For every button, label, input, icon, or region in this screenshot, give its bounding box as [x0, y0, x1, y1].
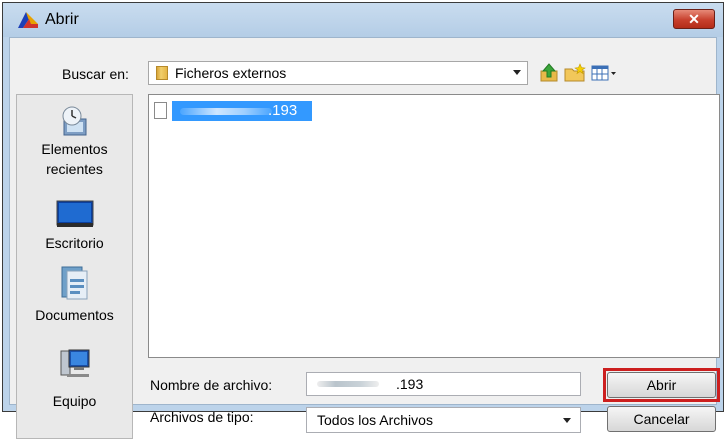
look-in-dropdown[interactable]: Ficheros externos	[148, 61, 528, 85]
file-name: .193	[268, 102, 298, 119]
filetype-value: Todos los Archivos	[317, 412, 433, 428]
look-in-value: Ficheros externos	[175, 65, 287, 81]
window-title: Abrir	[45, 11, 79, 28]
filetype-label: Archivos de tipo:	[150, 409, 254, 425]
recent-items-icon	[62, 106, 86, 136]
open-button[interactable]: Abrir	[607, 372, 716, 398]
close-icon: ✕	[688, 11, 700, 27]
selection-highlight: .193	[172, 101, 312, 121]
desktop-icon	[56, 200, 93, 227]
file-icon	[154, 102, 167, 119]
redacted-filename	[180, 108, 272, 115]
title-bar[interactable]: Abrir ✕	[3, 3, 723, 37]
app-logo-icon	[18, 12, 38, 28]
chevron-down-icon	[513, 70, 521, 75]
new-folder-icon[interactable]	[563, 63, 587, 83]
look-in-label: Buscar en:	[62, 66, 129, 82]
place-label: Documentos	[35, 307, 114, 323]
up-folder-icon[interactable]	[538, 63, 560, 83]
place-label: Escritorio	[45, 235, 104, 251]
filetype-dropdown[interactable]: Todos los Archivos	[306, 407, 581, 433]
chevron-down-icon	[563, 418, 571, 423]
close-button[interactable]: ✕	[673, 9, 715, 29]
place-computer[interactable]: Equipo	[17, 347, 132, 417]
documents-icon	[61, 266, 87, 300]
place-desktop[interactable]: Escritorio	[17, 199, 132, 259]
place-recent-items[interactable]: Elementos recientes	[17, 105, 132, 177]
filename-value: .193	[396, 376, 424, 392]
folder-icon	[156, 66, 168, 80]
place-documents[interactable]: Documentos	[17, 265, 132, 335]
view-menu-icon[interactable]	[591, 63, 617, 83]
filename-label: Nombre de archivo:	[150, 377, 273, 393]
file-list[interactable]: .193	[148, 94, 720, 358]
place-label: Elementos recientes	[41, 141, 108, 177]
dialog-body: Buscar en: Ficheros externos Elementos r…	[9, 37, 720, 439]
place-label: Equipo	[52, 393, 97, 409]
cancel-button[interactable]: Cancelar	[607, 406, 716, 432]
places-bar: Elementos recientes Escritorio Documento…	[16, 94, 133, 439]
open-dialog: Abrir ✕ Buscar en: Ficheros externos Ele…	[2, 2, 724, 439]
computer-icon	[60, 349, 89, 377]
redacted-filename	[317, 381, 379, 387]
filename-field[interactable]: .193	[306, 372, 581, 396]
